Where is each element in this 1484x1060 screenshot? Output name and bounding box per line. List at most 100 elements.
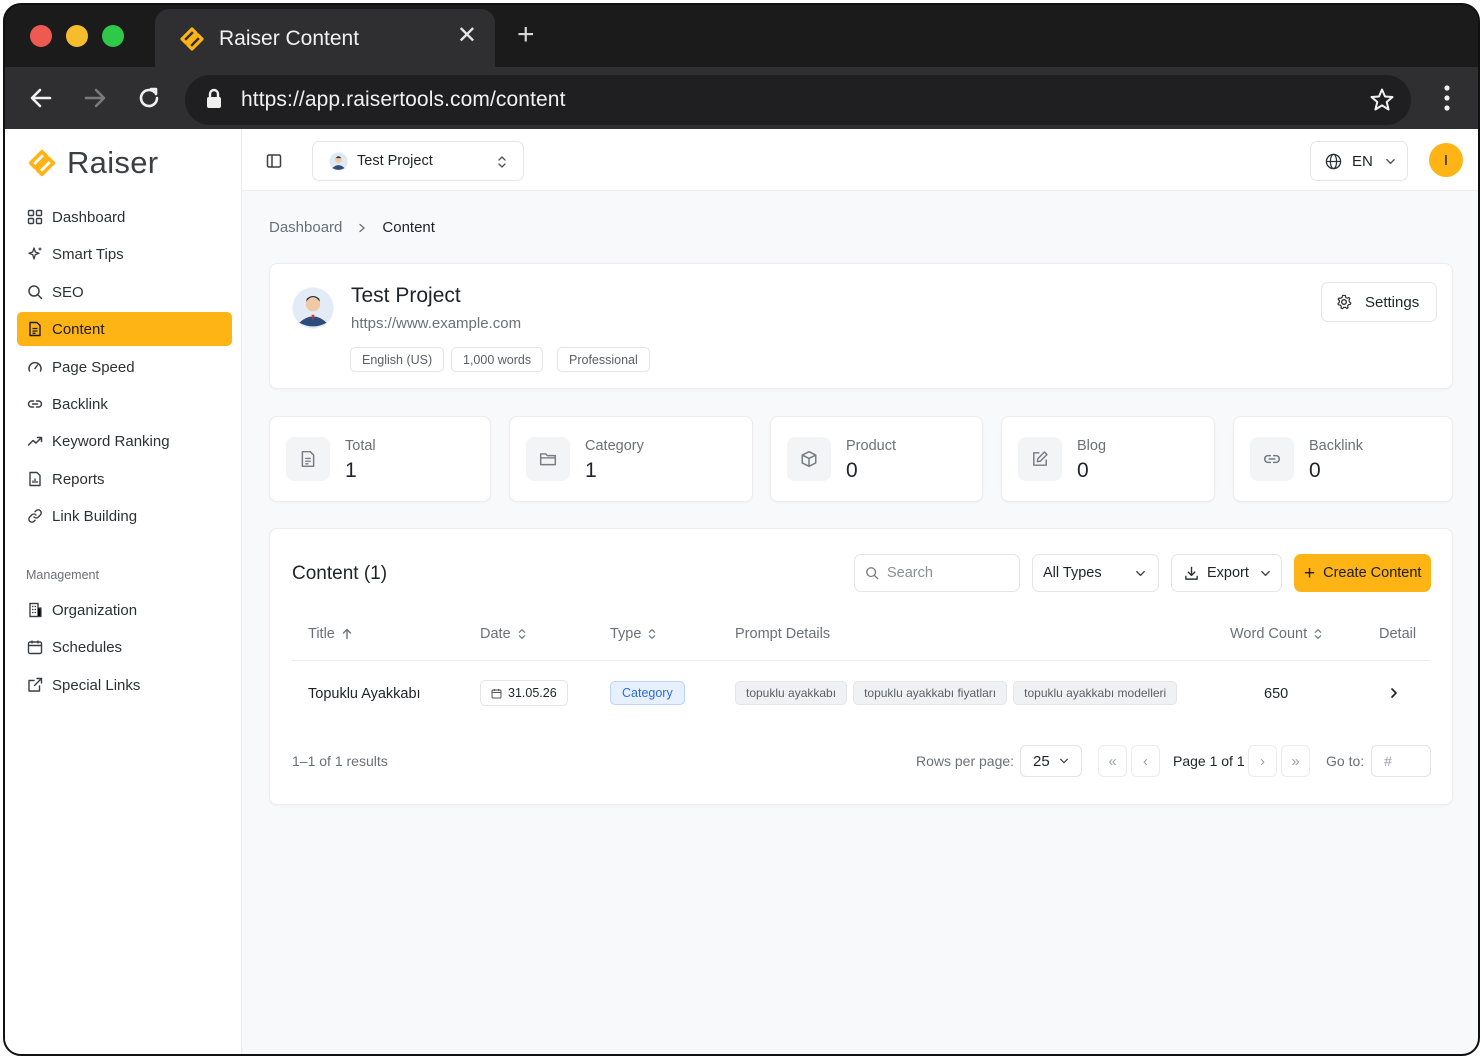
link-icon xyxy=(1250,437,1294,481)
back-icon[interactable] xyxy=(27,84,55,117)
grid-icon xyxy=(27,209,43,225)
sidebar-item-smart-tips[interactable]: Smart Tips xyxy=(17,237,232,271)
sidebar-item-label: Content xyxy=(52,320,105,338)
stat-card-blog: Blog 0 xyxy=(1001,416,1215,502)
brand[interactable]: Raiser xyxy=(25,143,158,183)
chevron-right-icon xyxy=(359,223,366,232)
maximize-window-button[interactable] xyxy=(102,25,124,47)
stat-label: Backlink xyxy=(1309,438,1363,454)
sidebar-item-special-links[interactable]: Special Links xyxy=(17,668,232,702)
previous-page-icon[interactable]: ‹ xyxy=(1131,745,1160,777)
chevron-up-down-icon xyxy=(498,156,506,168)
goto-label: Go to: xyxy=(1326,753,1365,769)
type-badge: Category xyxy=(610,681,685,705)
sidebar-item-dashboard[interactable]: Dashboard xyxy=(17,200,232,234)
sidebar-item-backlink[interactable]: Backlink xyxy=(17,387,232,421)
row-detail-chevron-icon[interactable] xyxy=(1388,687,1400,699)
column-label: Word Count xyxy=(1230,626,1308,642)
breadcrumb-current: Content xyxy=(382,219,435,236)
column-label: Type xyxy=(610,626,642,642)
last-page-icon[interactable]: » xyxy=(1281,745,1310,777)
keyword-chip: topuklu ayakkabı fiyatları xyxy=(853,681,1008,705)
globe-icon xyxy=(1325,153,1342,169)
column-header-type[interactable]: Type xyxy=(610,626,657,642)
minimize-window-button[interactable] xyxy=(66,25,88,47)
project-title: Test Project xyxy=(351,284,461,307)
language-chip: English (US) xyxy=(350,347,445,372)
sidebar-item-label: Backlink xyxy=(52,395,108,413)
rows-per-page-label: Rows per page: xyxy=(916,753,1015,769)
sidebar-item-seo[interactable]: SEO xyxy=(17,275,232,309)
type-filter-select[interactable]: All Types xyxy=(1032,554,1159,592)
sort-icon xyxy=(649,629,656,639)
bookmark-star-icon[interactable] xyxy=(1369,87,1395,118)
sidebar-item-schedules[interactable]: Schedules xyxy=(17,630,232,664)
address-bar[interactable]: https://app.raisertools.com/content xyxy=(185,75,1411,125)
chain-icon xyxy=(28,509,42,523)
project-avatar-icon xyxy=(329,151,348,171)
sidebar-item-keyword-ranking[interactable]: Keyword Ranking xyxy=(17,424,232,458)
box-icon xyxy=(787,437,831,481)
breadcrumb: Dashboard Content xyxy=(269,219,435,236)
lock-icon xyxy=(205,88,223,115)
raiser-logo-icon xyxy=(177,24,207,59)
sidebar-item-page-speed[interactable]: Page Speed xyxy=(17,350,232,384)
create-content-label: Create Content xyxy=(1323,565,1422,581)
language-selector[interactable]: EN xyxy=(1310,141,1408,181)
sidebar-item-label: Special Links xyxy=(52,676,141,694)
report-icon xyxy=(29,471,41,487)
sidebar-item-label: SEO xyxy=(52,283,84,301)
cell-type: Category xyxy=(610,681,685,705)
user-avatar[interactable]: I xyxy=(1429,143,1463,177)
stat-card-product: Product 0 xyxy=(770,416,983,502)
reload-icon[interactable] xyxy=(135,84,163,117)
column-label: Date xyxy=(480,626,511,642)
sidebar-item-content[interactable]: Content xyxy=(17,312,232,346)
type-filter-value: All Types xyxy=(1043,565,1102,581)
settings-button[interactable]: Settings xyxy=(1321,282,1437,322)
chevron-down-icon xyxy=(1059,758,1068,764)
forward-icon[interactable] xyxy=(81,84,109,117)
breadcrumb-dashboard[interactable]: Dashboard xyxy=(269,219,342,236)
chevron-down-icon xyxy=(1136,570,1145,577)
goto-page-input[interactable]: # xyxy=(1371,745,1431,777)
sparkles-icon xyxy=(28,247,42,260)
cell-title: Topuklu Ayakkabı xyxy=(308,686,421,702)
column-header-title[interactable]: Title xyxy=(308,626,353,642)
new-tab-icon[interactable]: + xyxy=(517,20,535,50)
folder-icon xyxy=(526,437,570,481)
sidebar-item-label: Smart Tips xyxy=(52,245,124,263)
sidebar-item-link-building[interactable]: Link Building xyxy=(17,499,232,533)
create-content-button[interactable]: + Create Content xyxy=(1294,554,1431,592)
first-page-icon[interactable]: « xyxy=(1098,745,1127,777)
keyword-chip: topuklu ayakkabı modelleri xyxy=(1013,681,1178,705)
sidebar: Raiser Dashboard Smart Tips SEO Content … xyxy=(5,129,242,1054)
brand-name: Raiser xyxy=(67,145,159,180)
file-icon xyxy=(286,437,330,481)
tone-chip: Professional xyxy=(557,347,650,372)
export-button[interactable]: Export xyxy=(1171,554,1282,592)
stat-value: 1 xyxy=(585,459,597,482)
search-input[interactable]: Search xyxy=(854,554,1020,592)
sidebar-item-label: Organization xyxy=(52,601,138,619)
browser-tab[interactable]: Raiser Content ✕ xyxy=(155,9,495,69)
sort-icon xyxy=(518,629,525,639)
close-window-button[interactable] xyxy=(30,25,52,47)
sidebar-item-reports[interactable]: Reports xyxy=(17,462,232,496)
next-page-icon[interactable]: › xyxy=(1248,745,1277,777)
plus-icon: + xyxy=(1304,562,1316,584)
sidebar-toggle-icon[interactable] xyxy=(266,153,282,174)
close-tab-icon[interactable]: ✕ xyxy=(457,24,477,48)
external-link-icon xyxy=(28,677,43,692)
raiser-logo-icon xyxy=(28,149,56,177)
column-header-date[interactable]: Date xyxy=(480,626,527,642)
browser-menu-icon[interactable] xyxy=(1444,85,1450,116)
column-header-word-count[interactable]: Word Count xyxy=(1230,626,1323,642)
rows-per-page-select[interactable]: 25 xyxy=(1020,745,1082,777)
project-url[interactable]: https://www.example.com xyxy=(351,315,521,332)
project-card: Test Project https://www.example.com Eng… xyxy=(269,263,1453,389)
browser-window: Raiser Content ✕ + https://app.raisertoo… xyxy=(3,3,1480,1056)
stat-value: 0 xyxy=(846,459,858,482)
project-selector[interactable]: Test Project xyxy=(312,141,524,181)
sidebar-item-organization[interactable]: Organization xyxy=(17,593,232,627)
